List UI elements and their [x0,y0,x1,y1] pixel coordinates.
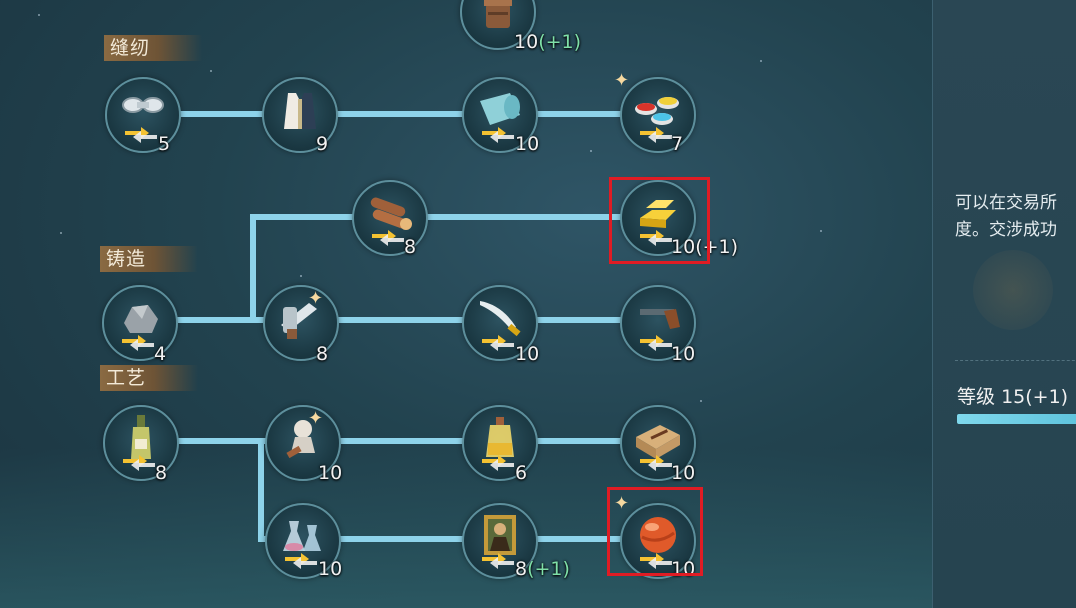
info-panel: 可以在交易所 度。交涉成功 等级 15(+1) [932,0,1076,608]
connector-sewing [140,111,660,117]
star [590,150,592,152]
count-vest: 9 [316,133,329,155]
star [820,230,822,232]
category-forging: 铸造 [100,246,198,272]
category-crafts: 工艺 [100,365,198,391]
trade-arrows-icon [482,553,514,569]
node-wine-bottle[interactable] [103,405,179,481]
connector-forging-vertical [250,214,256,320]
panel-divider [955,360,1076,361]
count-dye-bowls: 7 [671,133,684,155]
level-value: 15(+1) [1001,386,1069,408]
count-pistol: 10 [671,343,696,365]
count-cloth-roll: 10 [515,133,540,155]
trade-arrows-icon [640,455,672,471]
star [60,232,62,234]
panel-description-line1: 可以在交易所 [955,193,1057,213]
star [760,60,762,62]
panel-description-line2: 度。交涉成功 [955,220,1057,240]
star [700,400,702,402]
trade-arrows-icon [482,455,514,471]
star [38,14,40,16]
level-progress-fill [957,414,1076,424]
highlight-box-gold [609,177,710,264]
star [300,275,302,277]
panel-glow [973,250,1053,330]
sparkle-icon: ✦ [308,408,324,429]
count-oil-jar: 6 [515,462,528,484]
count-ore: 4 [154,343,167,365]
barrel-icon [484,0,512,28]
count-glass-vases: 10 [318,558,343,580]
count-barrel: 10(+1) [514,31,582,53]
node-ore[interactable] [102,285,178,361]
connector-crafts-vertical [258,438,264,542]
trade-arrows-icon [482,127,514,143]
sparkle-icon: ✦ [614,70,630,91]
count-cigar-crate: 10 [671,462,696,484]
trade-arrows-icon [372,230,404,246]
count-sword: 8 [316,343,329,365]
trade-arrows-icon [640,335,672,351]
trade-arrows-icon [123,455,155,471]
trade-arrows-icon [125,127,157,143]
panel-description: 可以在交易所 度。交涉成功 [955,190,1076,244]
category-sewing: 缝纫 [104,35,202,61]
node-timber[interactable] [352,180,428,256]
count-statue-bust: 10 [318,462,343,484]
count-timber: 8 [404,236,417,258]
trade-arrows-icon [285,553,317,569]
level-progress-bar [957,414,1076,424]
count-wine-bottle: 8 [155,462,168,484]
connector-forging-top [250,214,660,220]
highlight-box-gem [607,487,703,576]
star [210,70,212,72]
trade-arrows-icon [482,335,514,351]
count-painting: 8(+1) [515,558,570,580]
node-dye-bowls[interactable] [620,77,696,153]
connector-forging [140,317,660,323]
sparkle-icon: ✦ [308,288,324,309]
count-saber: 10 [515,343,540,365]
vest-icon [284,93,316,129]
trade-arrows-icon [122,335,154,351]
count-thread-spool: 5 [158,133,171,155]
level-label: 等级 15(+1) [957,386,1069,408]
connector-crafts [140,438,660,444]
trade-arrows-icon [640,127,672,143]
